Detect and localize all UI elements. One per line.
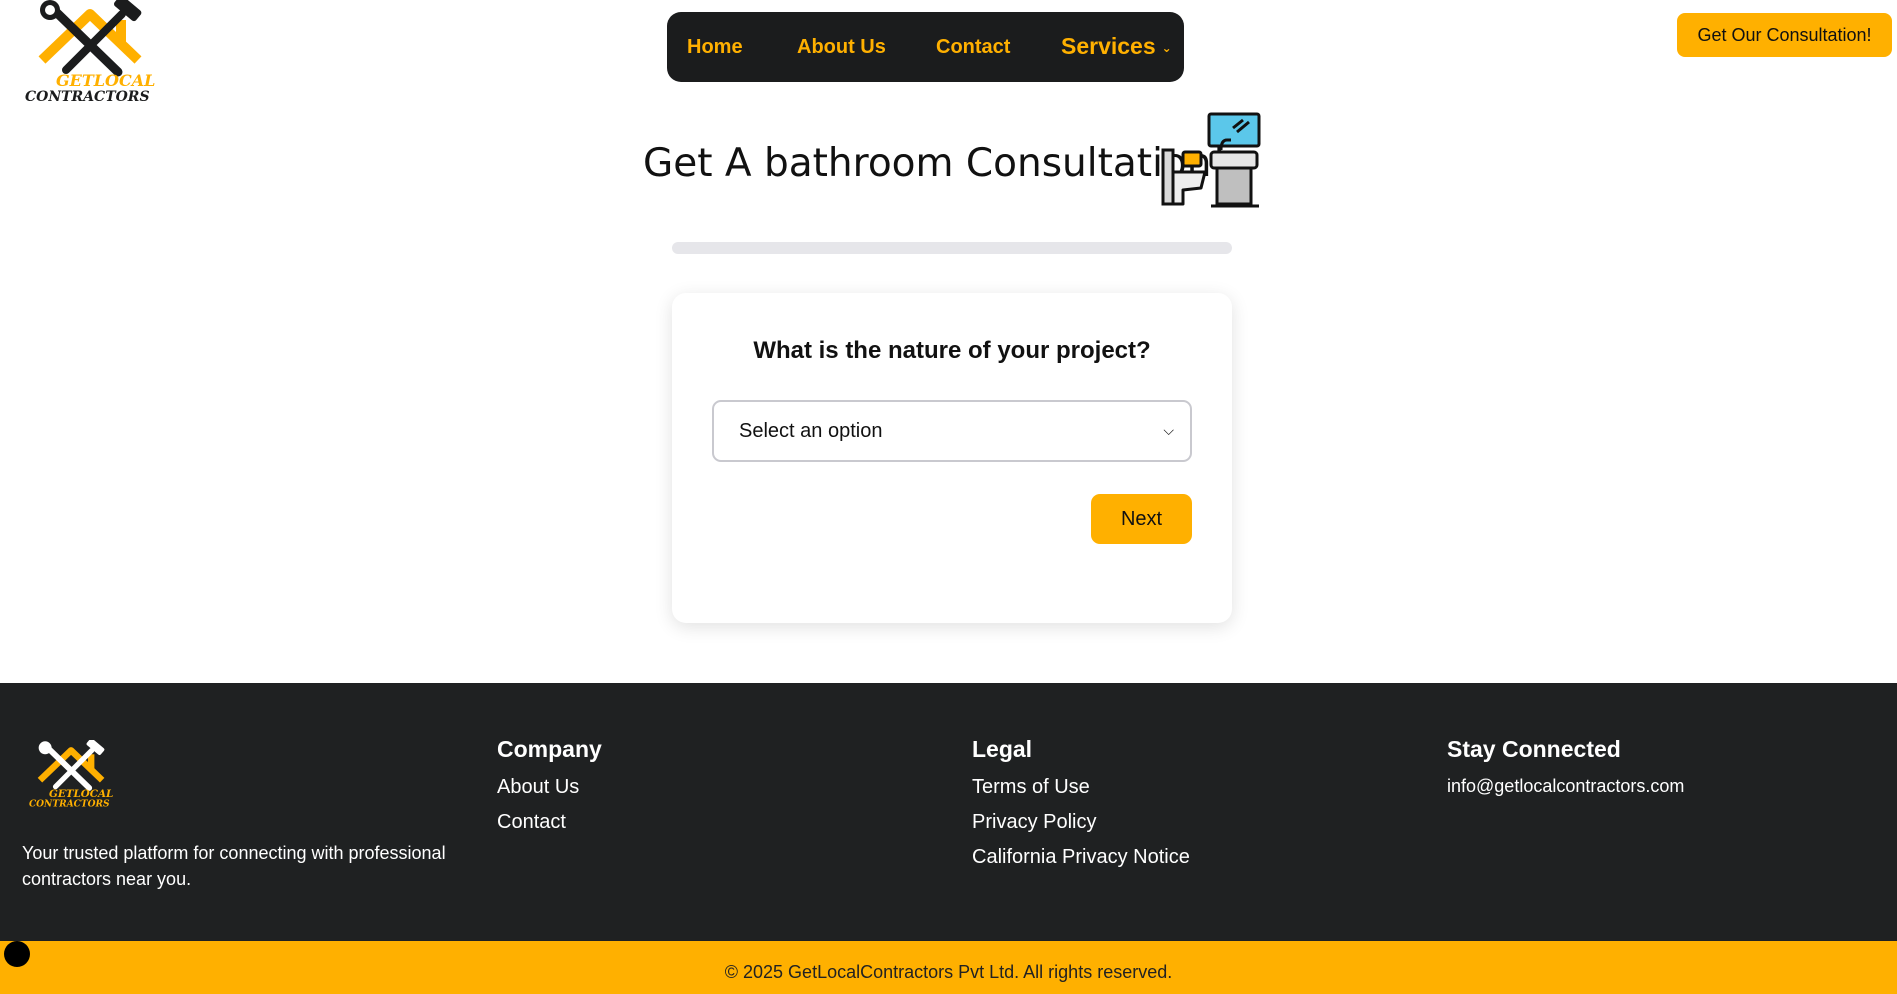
footer-stay-heading: Stay Connected <box>1447 736 1621 762</box>
bathroom-icon <box>1161 112 1261 212</box>
progress-bar <box>672 242 1232 254</box>
nav-contact[interactable]: Contact <box>936 36 1010 59</box>
nav-about-us[interactable]: About Us <box>797 36 886 59</box>
chevron-down-icon: ⌄ <box>1161 41 1172 55</box>
project-nature-select[interactable]: Select an option ⌵ <box>712 400 1192 462</box>
footer-logo[interactable]: GETLOCAL CONTRACTORS <box>27 738 119 810</box>
nav-services-dropdown[interactable]: Services ⌄ <box>1061 33 1172 60</box>
footer-email-link[interactable]: info@getlocalcontractors.com <box>1447 776 1684 797</box>
footer-link-terms[interactable]: Terms of Use <box>972 776 1190 799</box>
copyright-text: © 2025 GetLocalContractors Pvt Ltd. All … <box>724 962 1173 982</box>
footer-legal-heading: Legal <box>972 736 1033 762</box>
footer-link-contact[interactable]: Contact <box>497 811 602 834</box>
copyright-bar: © 2025 GetLocalContractors Pvt Ltd. All … <box>0 941 1897 994</box>
nav-home[interactable]: Home <box>687 36 743 59</box>
footer-legal: Legal Terms of Use Privacy Policy Califo… <box>972 736 1190 881</box>
question-text: What is the nature of your project? <box>753 337 1151 364</box>
footer-link-privacy[interactable]: Privacy Policy <box>972 811 1190 834</box>
footer-link-about-us[interactable]: About Us <box>497 776 602 799</box>
svg-text:CONTRACTORS: CONTRACTORS <box>29 799 110 810</box>
next-button[interactable]: Next <box>1091 494 1192 544</box>
footer-tagline: Your trusted platform for connecting wit… <box>22 843 446 889</box>
site-footer: GETLOCAL CONTRACTORS Your trusted platfo… <box>0 683 1897 941</box>
question-card: What is the nature of your project? Sele… <box>672 293 1232 623</box>
footer-link-california-privacy[interactable]: California Privacy Notice <box>972 846 1190 869</box>
get-consultation-button[interactable]: Get Our Consultation! <box>1677 13 1892 57</box>
chevron-down-icon: ⌵ <box>1163 422 1174 438</box>
main-nav: Home About Us Contact Services ⌄ <box>667 12 1184 82</box>
floating-dot[interactable] <box>4 941 30 967</box>
svg-text:CONTRACTORS: CONTRACTORS <box>25 89 150 104</box>
footer-stay-connected: Stay Connected info@getlocalcontractors.… <box>1447 736 1684 809</box>
site-logo[interactable]: GETLOCAL CONTRACTORS <box>22 0 164 105</box>
select-value: Select an option <box>739 419 883 442</box>
footer-company: Company About Us Contact <box>497 736 602 846</box>
footer-company-heading: Company <box>497 736 602 762</box>
svg-text:GETLOCAL: GETLOCAL <box>56 71 155 90</box>
page-title: Get A bathroom Consultation! <box>643 141 1228 186</box>
nav-services-label: Services <box>1061 33 1156 59</box>
